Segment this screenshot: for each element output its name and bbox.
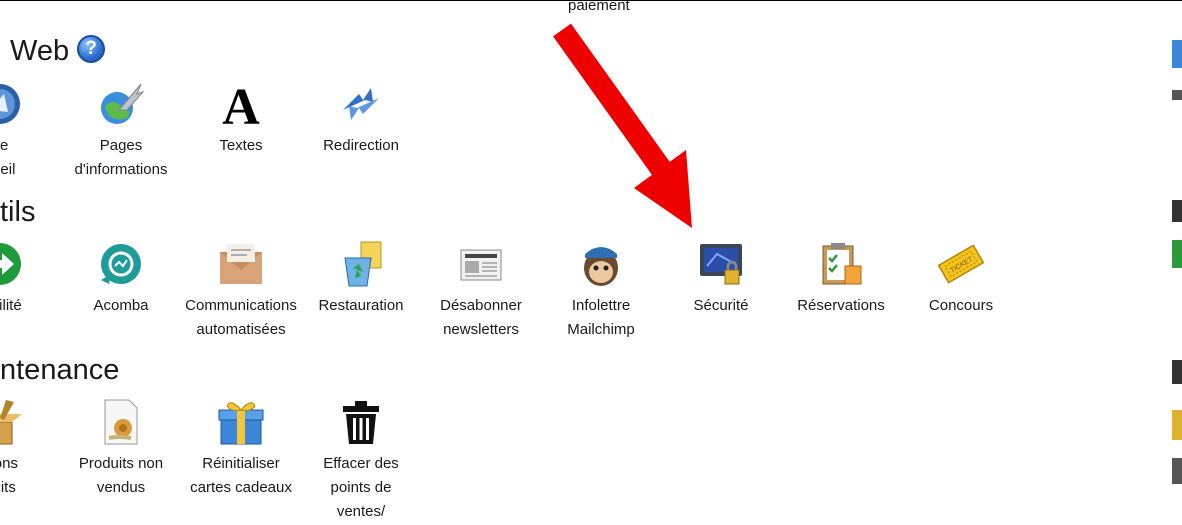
green-arrow-icon <box>0 240 24 288</box>
home-page-icon <box>0 80 24 128</box>
item-label: automatisées <box>196 321 286 338</box>
trash-can-icon <box>337 398 385 446</box>
box-brush-icon <box>0 398 24 446</box>
clipped-right-icon[interactable] <box>1172 360 1182 495</box>
newspaper-icon <box>457 240 505 288</box>
item-label: Redirection <box>323 137 399 154</box>
item-label: points de <box>330 479 392 496</box>
clipped-right-icon[interactable] <box>1172 40 1182 105</box>
item-label: cartes cadeaux <box>190 479 292 496</box>
tools-item-acomba[interactable]: Acomba <box>61 240 181 318</box>
web-item-textes[interactable]: A Textes <box>181 80 301 158</box>
tools-item-securite[interactable]: Sécurité <box>661 240 781 318</box>
item-label: Restauration <box>318 297 404 314</box>
item-label: vendus <box>96 479 146 496</box>
section-title-outils: tils <box>0 196 36 228</box>
tools-item-comptabilite[interactable]: tabilité <box>0 240 60 318</box>
item-label: Acomba <box>93 297 149 314</box>
item-label: Réservations <box>797 297 885 314</box>
item-label: ventes/ <box>336 503 386 520</box>
tools-item-mailchimp[interactable]: Infolettre Mailchimp <box>541 240 661 342</box>
clipped-right-icon[interactable] <box>1172 200 1182 295</box>
item-label: Infolettre <box>571 297 631 314</box>
section-title-maintenance: ntenance <box>0 354 120 386</box>
item-label: newsletters <box>443 321 519 338</box>
clipboard-checklist-icon <box>817 240 865 288</box>
tools-item-restauration[interactable]: Restauration <box>301 240 421 318</box>
item-label: Textes <box>219 137 263 154</box>
maint-item-produits-non-vendus[interactable]: Produits non vendus <box>61 398 181 500</box>
item-label: Sécurité <box>693 297 749 314</box>
web-item-home[interactable]: ge cueil <box>0 80 60 182</box>
item-label: Concours <box>928 297 994 314</box>
gift-box-icon <box>217 398 265 446</box>
maint-item-reinitialiser-cartes[interactable]: Réinitialiser cartes cadeaux <box>181 398 301 500</box>
envelope-icon <box>217 240 265 288</box>
item-label: Effacer des <box>323 455 399 472</box>
globe-feather-icon <box>97 80 145 128</box>
item-label: duits <box>0 479 16 496</box>
item-label: Mailchimp <box>567 321 635 338</box>
svg-text:A: A <box>222 80 260 128</box>
clipped-item-label[interactable]: paiement <box>568 0 630 15</box>
item-label: ge <box>0 137 9 154</box>
item-label: Désabonner <box>440 297 522 314</box>
security-monitor-lock-icon <box>697 240 745 288</box>
maint-item-effacer-points[interactable]: Effacer des points de ventes/ <box>301 398 421 524</box>
item-label: d'informations <box>74 161 168 178</box>
maint-item-gabarits[interactable]: olons duits <box>0 398 60 500</box>
tools-item-concours[interactable]: TICKET Concours <box>901 240 1021 318</box>
tools-item-communications[interactable]: Communications automatisées <box>181 240 301 342</box>
redirect-arrows-icon <box>337 80 385 128</box>
recycle-bin-icon <box>337 240 385 288</box>
tools-item-desabonner[interactable]: Désabonner newsletters <box>421 240 541 342</box>
letter-a-icon: A <box>217 80 265 128</box>
item-label: tabilité <box>0 297 22 314</box>
mailchimp-icon <box>577 240 625 288</box>
item-label: Produits non <box>78 455 164 472</box>
web-item-pages[interactable]: Pages d'informations <box>61 80 181 182</box>
web-item-redirection[interactable]: Redirection <box>301 80 421 158</box>
item-label: cueil <box>0 161 16 178</box>
item-label: Réinitialiser <box>202 455 280 472</box>
acomba-logo-icon <box>97 240 145 288</box>
item-label: olons <box>0 455 18 472</box>
section-title-web: Web? <box>10 34 106 68</box>
ticket-icon: TICKET <box>937 240 985 288</box>
item-label: Communications <box>185 297 297 314</box>
help-icon[interactable]: ? <box>77 35 106 64</box>
tools-item-reservations[interactable]: Réservations <box>781 240 901 318</box>
snail-document-icon <box>97 398 145 446</box>
item-label: Pages <box>99 137 143 154</box>
